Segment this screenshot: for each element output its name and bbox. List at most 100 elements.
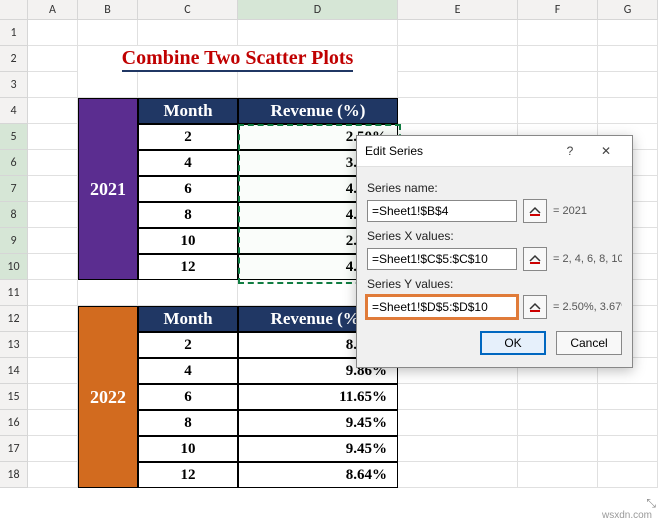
- t1-hdr-revenue[interactable]: Revenue (%): [238, 98, 398, 124]
- cell-E3[interactable]: [398, 72, 518, 98]
- cell-D1[interactable]: [238, 20, 398, 46]
- row-hdr-1[interactable]: 1: [0, 20, 28, 46]
- cell-E18[interactable]: [398, 462, 518, 488]
- cell-F15[interactable]: [518, 384, 598, 410]
- select-all-corner[interactable]: [0, 0, 28, 20]
- t2-r4-m[interactable]: 10: [138, 436, 238, 462]
- col-hdr-A[interactable]: A: [28, 0, 78, 20]
- t2-r3-r[interactable]: 9.45%: [238, 410, 398, 436]
- cell-A4[interactable]: [28, 98, 78, 124]
- series-y-ref-button[interactable]: [523, 295, 547, 319]
- cell-A12[interactable]: [28, 306, 78, 332]
- series-name-input[interactable]: =Sheet1!$B$4: [367, 200, 517, 222]
- t2-hdr-month[interactable]: Month: [138, 306, 238, 332]
- cell-G4[interactable]: [598, 98, 658, 124]
- col-hdr-E[interactable]: E: [398, 0, 518, 20]
- row-hdr-4[interactable]: 4: [0, 98, 28, 124]
- t2-r5-r[interactable]: 8.64%: [238, 462, 398, 488]
- help-button[interactable]: ?: [552, 137, 588, 165]
- row-hdr-12[interactable]: 12: [0, 306, 28, 332]
- cell-G18[interactable]: [598, 462, 658, 488]
- cell-C11[interactable]: [138, 280, 238, 306]
- cell-G17[interactable]: [598, 436, 658, 462]
- row-hdr-9[interactable]: 9: [0, 228, 28, 254]
- cell-F17[interactable]: [518, 436, 598, 462]
- t2-r2-m[interactable]: 6: [138, 384, 238, 410]
- cell-A17[interactable]: [28, 436, 78, 462]
- cell-G3[interactable]: [598, 72, 658, 98]
- t1-r5-m[interactable]: 12: [138, 254, 238, 280]
- col-hdr-F[interactable]: F: [518, 0, 598, 20]
- cell-A14[interactable]: [28, 358, 78, 384]
- year-2021-label[interactable]: 2021: [78, 98, 138, 280]
- cell-A1[interactable]: [28, 20, 78, 46]
- cell-F16[interactable]: [518, 410, 598, 436]
- cell-B3[interactable]: [78, 72, 138, 98]
- row-hdr-3[interactable]: 3: [0, 72, 28, 98]
- row-hdr-6[interactable]: 6: [0, 150, 28, 176]
- series-x-ref-button[interactable]: [523, 247, 547, 271]
- cell-E16[interactable]: [398, 410, 518, 436]
- cell-C1[interactable]: [138, 20, 238, 46]
- cell-A13[interactable]: [28, 332, 78, 358]
- col-hdr-G[interactable]: G: [598, 0, 658, 20]
- cell-F1[interactable]: [518, 20, 598, 46]
- series-name-ref-button[interactable]: [523, 199, 547, 223]
- t1-r0-m[interactable]: 2: [138, 124, 238, 150]
- row-hdr-14[interactable]: 14: [0, 358, 28, 384]
- row-hdr-13[interactable]: 13: [0, 332, 28, 358]
- cell-F3[interactable]: [518, 72, 598, 98]
- row-hdr-18[interactable]: 18: [0, 462, 28, 488]
- cell-A11[interactable]: [28, 280, 78, 306]
- col-hdr-C[interactable]: C: [138, 0, 238, 20]
- cell-F2[interactable]: [518, 46, 598, 72]
- cell-E15[interactable]: [398, 384, 518, 410]
- t2-r2-r[interactable]: 11.65%: [238, 384, 398, 410]
- cell-A18[interactable]: [28, 462, 78, 488]
- title-cell[interactable]: Combine Two Scatter Plots: [78, 46, 398, 72]
- row-hdr-10[interactable]: 10: [0, 254, 28, 280]
- cell-A15[interactable]: [28, 384, 78, 410]
- t1-r2-m[interactable]: 6: [138, 176, 238, 202]
- cell-G1[interactable]: [598, 20, 658, 46]
- cell-B11[interactable]: [78, 280, 138, 306]
- cell-E4[interactable]: [398, 98, 518, 124]
- col-hdr-B[interactable]: B: [78, 0, 138, 20]
- cell-F18[interactable]: [518, 462, 598, 488]
- series-x-input[interactable]: =Sheet1!$C$5:$C$10: [367, 248, 517, 270]
- ok-button[interactable]: OK: [480, 331, 546, 355]
- cell-A7[interactable]: [28, 176, 78, 202]
- cell-A9[interactable]: [28, 228, 78, 254]
- t1-r1-m[interactable]: 4: [138, 150, 238, 176]
- t2-r3-m[interactable]: 8: [138, 410, 238, 436]
- cell-A5[interactable]: [28, 124, 78, 150]
- cell-A3[interactable]: [28, 72, 78, 98]
- row-hdr-17[interactable]: 17: [0, 436, 28, 462]
- t2-r5-m[interactable]: 12: [138, 462, 238, 488]
- dialog-titlebar[interactable]: Edit Series ? ✕: [357, 136, 632, 167]
- col-hdr-D[interactable]: D: [238, 0, 398, 20]
- cell-G16[interactable]: [598, 410, 658, 436]
- t1-hdr-month[interactable]: Month: [138, 98, 238, 124]
- cell-G2[interactable]: [598, 46, 658, 72]
- row-hdr-16[interactable]: 16: [0, 410, 28, 436]
- t1-r4-m[interactable]: 10: [138, 228, 238, 254]
- row-hdr-11[interactable]: 11: [0, 280, 28, 306]
- row-hdr-5[interactable]: 5: [0, 124, 28, 150]
- row-hdr-8[interactable]: 8: [0, 202, 28, 228]
- cancel-button[interactable]: Cancel: [556, 331, 622, 355]
- t1-r3-m[interactable]: 8: [138, 202, 238, 228]
- year-2022-label[interactable]: 2022: [78, 306, 138, 488]
- cell-A6[interactable]: [28, 150, 78, 176]
- cell-C3[interactable]: [138, 72, 238, 98]
- cell-F4[interactable]: [518, 98, 598, 124]
- cell-D3[interactable]: [238, 72, 398, 98]
- cell-A8[interactable]: [28, 202, 78, 228]
- row-hdr-15[interactable]: 15: [0, 384, 28, 410]
- row-hdr-7[interactable]: 7: [0, 176, 28, 202]
- cell-E17[interactable]: [398, 436, 518, 462]
- cell-A16[interactable]: [28, 410, 78, 436]
- close-button[interactable]: ✕: [588, 137, 624, 165]
- series-y-input[interactable]: =Sheet1!$D$5:$D$10: [367, 296, 517, 318]
- cell-G15[interactable]: [598, 384, 658, 410]
